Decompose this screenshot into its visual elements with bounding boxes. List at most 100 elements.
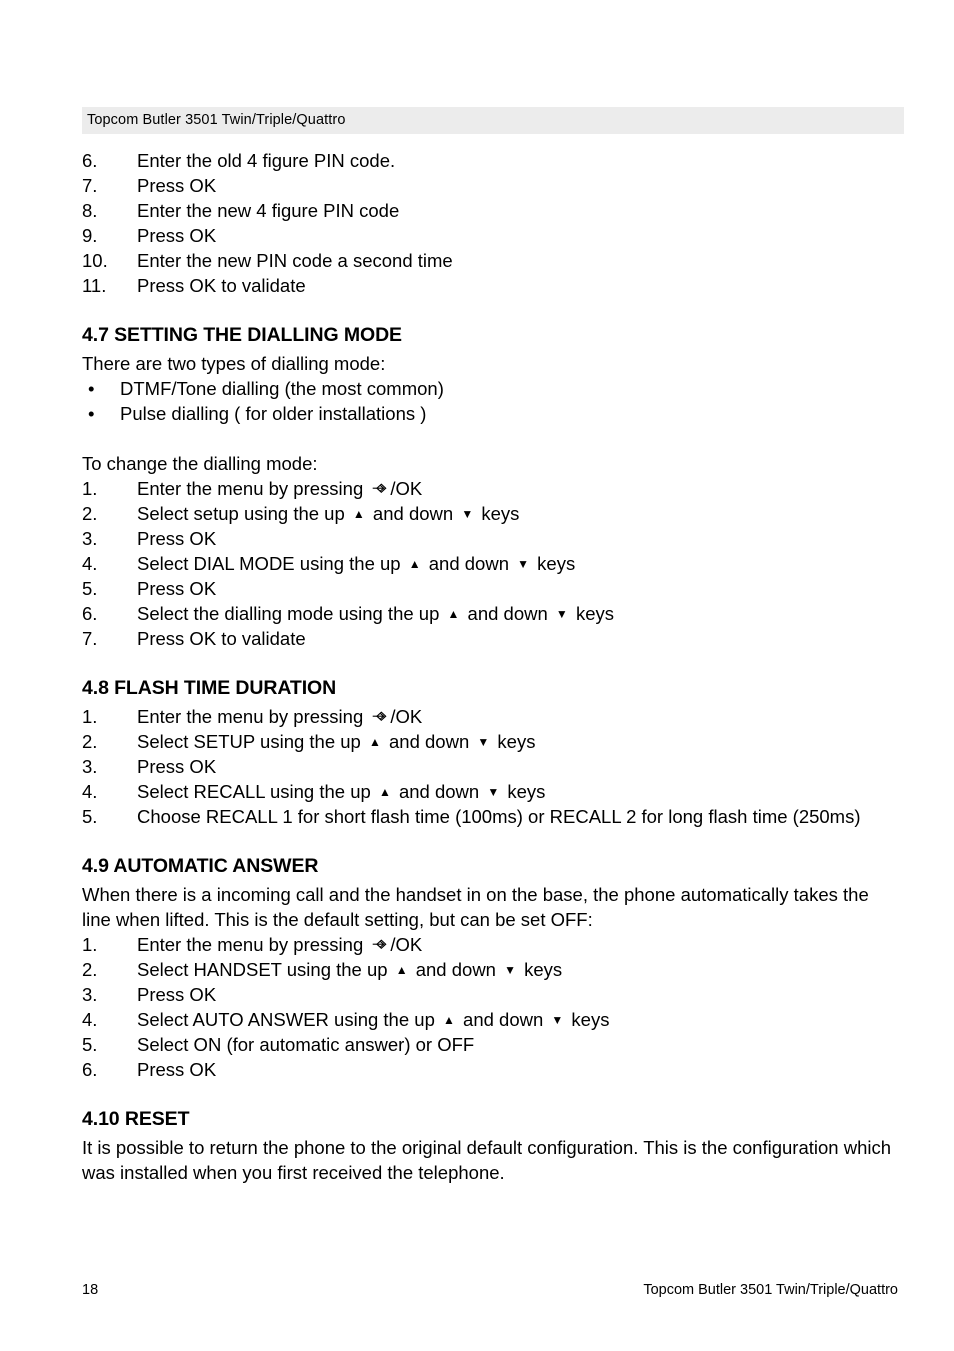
list-item: 4. Select DIAL MODE using the up ▲ and d… <box>82 551 898 576</box>
list-item: 6. Press OK <box>82 1057 898 1082</box>
auto-answer-steps-list: 1. Enter the menu by pressing /OK 2. Sel… <box>82 932 898 1082</box>
list-item: 2. Select setup using the up ▲ and down … <box>82 501 898 526</box>
up-triangle-icon: ▲ <box>408 557 421 571</box>
menu-key-icon <box>372 938 389 951</box>
down-triangle-icon: ▼ <box>551 1013 564 1027</box>
list-item: 3. Press OK <box>82 982 898 1007</box>
list-item: 1. Enter the menu by pressing /OK <box>82 476 898 501</box>
list-item-label: Press OK <box>137 1059 217 1080</box>
list-item-label: Press OK <box>137 225 217 246</box>
list-item: 4. Select RECALL using the up ▲ and down… <box>82 779 898 804</box>
down-triangle-icon: ▼ <box>461 507 474 521</box>
list-item-label: Enter the old 4 figure PIN code. <box>137 150 396 171</box>
up-triangle-icon: ▲ <box>395 963 408 977</box>
dialling-mode-bullet-list: • DTMF/Tone dialling (the most common) •… <box>82 376 898 426</box>
list-item: 5. Select ON (for automatic answer) or O… <box>82 1032 898 1057</box>
list-item: 4. Select AUTO ANSWER using the up ▲ and… <box>82 1007 898 1032</box>
down-triangle-icon: ▼ <box>517 557 530 571</box>
up-triangle-icon: ▲ <box>447 607 460 621</box>
list-item: 3. Press OK <box>82 754 898 779</box>
list-marker: 7. <box>82 175 98 196</box>
list-item: 3. Press OK <box>82 526 898 551</box>
list-item: 1. Enter the menu by pressing /OK <box>82 704 898 729</box>
up-triangle-icon: ▲ <box>352 507 365 521</box>
section-4-9-paragraph: When there is a incoming call and the ha… <box>82 884 869 930</box>
menu-key-icon <box>372 482 389 495</box>
up-triangle-icon: ▲ <box>378 785 391 799</box>
list-marker: 1. <box>82 478 98 499</box>
list-marker: 8. <box>82 200 98 221</box>
list-item: 10. Enter the new PIN code a second time <box>82 248 898 273</box>
list-marker: 6. <box>82 603 98 624</box>
list-item: 2. Select SETUP using the up ▲ and down … <box>82 729 898 754</box>
list-item-label: DTMF/Tone dialling (the most common) <box>120 378 444 399</box>
list-item: • Pulse dialling ( for older installatio… <box>82 401 898 426</box>
list-marker: 2. <box>82 503 98 524</box>
list-marker: 5. <box>82 806 98 827</box>
list-marker: 5. <box>82 1034 98 1055</box>
list-item-label: Select RECALL using the up ▲ and down ▼ … <box>137 781 546 802</box>
footer-running-title: Topcom Butler 3501 Twin/Triple/Quattro <box>643 1282 898 1298</box>
list-marker: 1. <box>82 706 98 727</box>
list-item-label: Select setup using the up ▲ and down ▼ k… <box>137 503 520 524</box>
list-marker: 2. <box>82 731 98 752</box>
list-marker: 5. <box>82 578 98 599</box>
list-marker: 6. <box>82 1059 98 1080</box>
down-triangle-icon: ▼ <box>477 735 490 749</box>
list-item: 7. Press OK to validate <box>82 626 898 651</box>
list-marker: 4. <box>82 553 98 574</box>
list-item: 7. Press OK <box>82 173 898 198</box>
section-heading-4-10: 4.10 RESET <box>82 1108 190 1130</box>
list-item: 5. Choose RECALL 1 for short flash time … <box>82 804 898 829</box>
list-item-label: Press OK <box>137 984 217 1005</box>
list-marker: 9. <box>82 225 98 246</box>
flash-time-steps-list: 1. Enter the menu by pressing /OK 2. Sel… <box>82 704 898 829</box>
list-item-label: Press OK <box>137 756 217 777</box>
list-marker: 6. <box>82 150 98 171</box>
header-running-title: Topcom Butler 3501 Twin/Triple/Quattro <box>87 112 346 128</box>
list-marker: 4. <box>82 1009 98 1030</box>
down-triangle-icon: ▼ <box>487 785 500 799</box>
page-header-band: Topcom Butler 3501 Twin/Triple/Quattro <box>82 107 904 134</box>
footer-page-number: 18 <box>82 1282 99 1298</box>
list-item-label: Select ON (for automatic answer) or OFF <box>137 1034 475 1055</box>
section-4-7-intro: There are two types of dialling mode: <box>82 353 386 374</box>
list-item: 1. Enter the menu by pressing /OK <box>82 932 898 957</box>
page-content: 6. Enter the old 4 figure PIN code. 7. P… <box>82 148 898 1185</box>
list-item-label: Enter the menu by pressing /OK <box>137 478 423 499</box>
list-marker: 4. <box>82 781 98 802</box>
section-heading-4-8: 4.8 FLASH TIME DURATION <box>82 677 337 699</box>
up-triangle-icon: ▲ <box>368 735 381 749</box>
list-marker: 2. <box>82 959 98 980</box>
list-item: • DTMF/Tone dialling (the most common) <box>82 376 898 401</box>
list-item: 11. Press OK to validate <box>82 273 898 298</box>
continued-steps-list: 6. Enter the old 4 figure PIN code. 7. P… <box>82 148 898 298</box>
list-item: 6. Select the dialling mode using the up… <box>82 601 898 626</box>
list-item-label: Enter the menu by pressing /OK <box>137 934 423 955</box>
list-item: 2. Select HANDSET using the up ▲ and dow… <box>82 957 898 982</box>
section-4-10-paragraph: It is possible to return the phone to th… <box>82 1137 892 1183</box>
document-page: Topcom Butler 3501 Twin/Triple/Quattro 6… <box>0 0 954 1351</box>
list-item: 5. Press OK <box>82 576 898 601</box>
list-item-label: Enter the new PIN code a second time <box>137 250 453 271</box>
list-marker: 1. <box>82 934 98 955</box>
list-item-label: Enter the new 4 figure PIN code <box>137 200 400 221</box>
list-item-label: Press OK <box>137 578 217 599</box>
section-heading-4-9: 4.9 AUTOMATIC ANSWER <box>82 855 319 877</box>
list-marker: 11. <box>82 275 107 296</box>
bullet-marker: • <box>88 378 95 399</box>
list-item-label: Enter the menu by pressing /OK <box>137 706 423 727</box>
list-item-label: Press OK <box>137 175 217 196</box>
list-item-label: Select SETUP using the up ▲ and down ▼ k… <box>137 731 536 752</box>
bullet-marker: • <box>88 403 95 424</box>
list-item-label: Press OK <box>137 528 217 549</box>
section-4-7-lead-in: To change the dialling mode: <box>82 453 318 474</box>
up-triangle-icon: ▲ <box>443 1013 455 1027</box>
list-item: 9. Press OK <box>82 223 898 248</box>
list-item-label: Select HANDSET using the up ▲ and down ▼… <box>137 959 563 980</box>
